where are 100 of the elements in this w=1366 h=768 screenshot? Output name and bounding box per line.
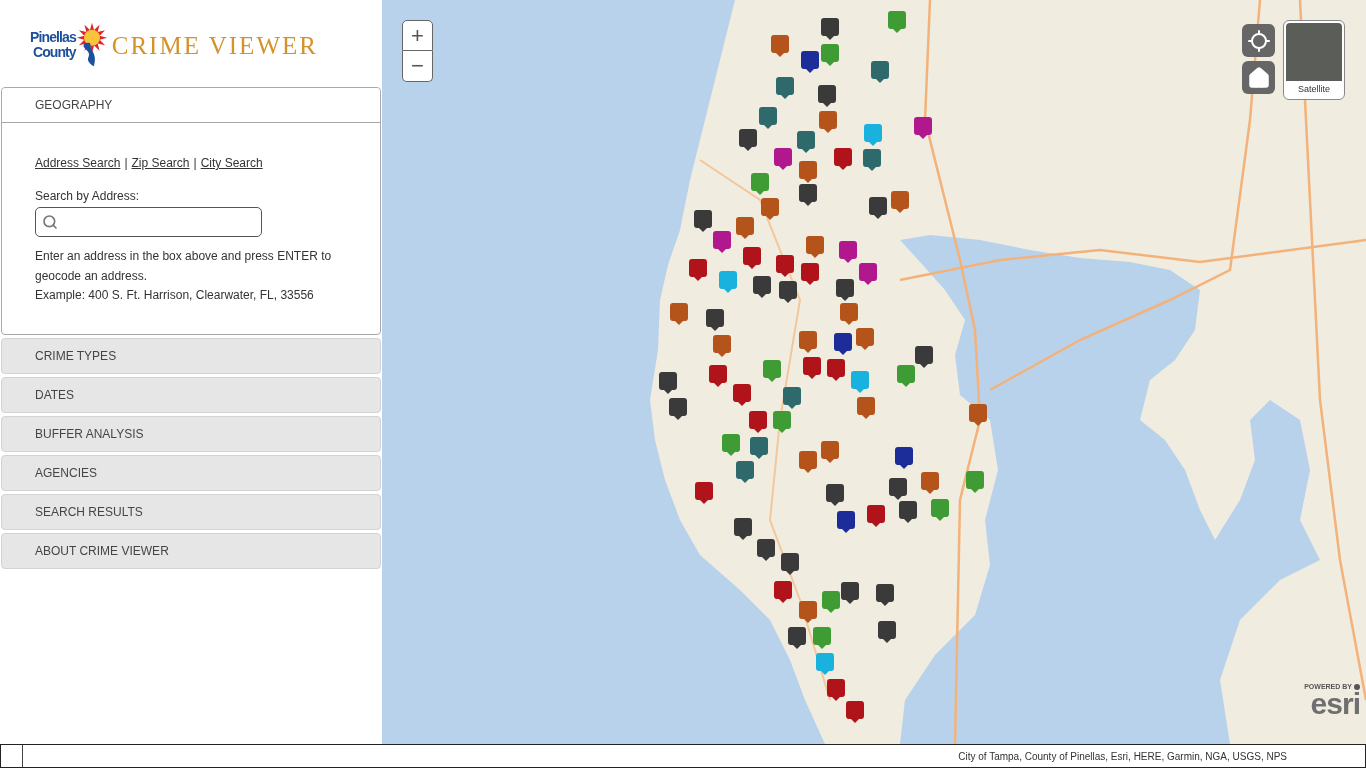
basemap-toggle[interactable]: Satellite xyxy=(1283,20,1345,100)
county-logo-text: County xyxy=(32,44,76,60)
map-pin-icon[interactable] xyxy=(774,148,792,170)
map-pin-icon[interactable] xyxy=(818,85,836,107)
search-icon xyxy=(42,214,58,230)
esri-logo-text: esri xyxy=(1310,691,1360,717)
map-pin-icon[interactable] xyxy=(863,149,881,171)
map-pin-icon[interactable] xyxy=(806,236,824,258)
map-pin-icon[interactable] xyxy=(969,404,987,426)
map-pin-icon[interactable] xyxy=(869,197,887,219)
map-pin-icon[interactable] xyxy=(788,627,806,649)
map-pin-icon[interactable] xyxy=(761,198,779,220)
map-pin-icon[interactable] xyxy=(774,581,792,603)
map-pin-icon[interactable] xyxy=(734,518,752,540)
search-mode-link[interactable]: City Search xyxy=(200,155,263,171)
map-pin-icon[interactable] xyxy=(834,333,852,355)
map-pin-icon[interactable] xyxy=(836,279,854,301)
map-pin-icon[interactable] xyxy=(759,107,777,129)
map-pin-icon[interactable] xyxy=(799,451,817,473)
map-pin-icon[interactable] xyxy=(776,77,794,99)
map-pin-icon[interactable] xyxy=(753,276,771,298)
map-pin-icon[interactable] xyxy=(834,148,852,170)
app-title: CRIME VIEWER xyxy=(111,31,318,60)
map-pin-icon[interactable] xyxy=(871,61,889,83)
map-pin-icon[interactable] xyxy=(781,553,799,575)
map-pin-icon[interactable] xyxy=(739,129,757,151)
accordion-header[interactable]: SEARCH RESULTS xyxy=(1,493,381,530)
map-pin-icon[interactable] xyxy=(876,584,894,606)
map-pin-icon[interactable] xyxy=(837,511,855,533)
map-pin-icon[interactable] xyxy=(889,478,907,500)
map-pin-icon[interactable] xyxy=(867,505,885,527)
map-pin-icon[interactable] xyxy=(659,372,677,394)
county-logo-text: Pinellas xyxy=(30,29,76,45)
zoom-in-button[interactable]: + xyxy=(402,20,433,51)
map-pin-icon[interactable] xyxy=(750,437,768,459)
map-pin-icon[interactable] xyxy=(669,398,687,420)
map-pin-icon[interactable] xyxy=(827,359,845,381)
map-pin-icon[interactable] xyxy=(895,447,913,469)
map-pin-icon[interactable] xyxy=(821,441,839,463)
locate-button[interactable] xyxy=(1242,24,1275,57)
map-pin-icon[interactable] xyxy=(736,461,754,483)
map-pin-icon[interactable] xyxy=(771,35,789,57)
search-mode-link[interactable]: Address Search xyxy=(35,155,121,171)
accordion-header[interactable]: BUFFER ANALYSIS xyxy=(1,415,381,452)
home-button[interactable] xyxy=(1242,61,1275,94)
accordion-header[interactable]: AGENCIES xyxy=(1,454,381,491)
map-pin-icon[interactable] xyxy=(694,210,712,232)
map-pin-icon[interactable] xyxy=(840,303,858,325)
map-pin-icon[interactable] xyxy=(826,484,844,506)
map-pin-icon[interactable] xyxy=(827,679,845,701)
map-pin-icon[interactable] xyxy=(713,231,731,253)
map-pin-icon[interactable] xyxy=(878,621,896,643)
map-pin-icon[interactable] xyxy=(776,255,794,277)
dot-icon xyxy=(1354,684,1360,690)
map-pin-icon[interactable] xyxy=(891,191,909,213)
accordion-header[interactable]: DATES xyxy=(1,376,381,413)
map-pin-icon[interactable] xyxy=(856,328,874,350)
map-pin-icon[interactable] xyxy=(779,281,797,303)
map-pin-icon[interactable] xyxy=(841,582,859,604)
map-pin-icon[interactable] xyxy=(821,18,839,40)
map-pin-icon[interactable] xyxy=(799,601,817,623)
address-search-field[interactable] xyxy=(35,207,262,237)
map-pin-icon[interactable] xyxy=(757,539,775,561)
map-pin-icon[interactable] xyxy=(859,263,877,285)
map-pin-icon[interactable] xyxy=(799,184,817,206)
map-pin-icon[interactable] xyxy=(695,482,713,504)
map-pin-icon[interactable] xyxy=(733,384,751,406)
link-separator: | xyxy=(124,155,128,171)
search-mode-link[interactable]: Zip Search xyxy=(131,155,190,171)
map-pin-icon[interactable] xyxy=(803,357,821,379)
map-pin-icon[interactable] xyxy=(801,51,819,73)
accordion-header[interactable]: ABOUT CRIME VIEWER xyxy=(1,532,381,569)
map-pin-icon[interactable] xyxy=(670,303,688,325)
map-pin-icon[interactable] xyxy=(749,411,767,433)
map-pin-icon[interactable] xyxy=(743,247,761,269)
map-attribution: City of Tampa, County of Pinellas, Esri, HERE, Garmin, NGA, USGS, NPS xyxy=(958,750,1287,762)
map-pin-icon[interactable] xyxy=(797,131,815,153)
map-pin-icon[interactable] xyxy=(706,309,724,331)
map-pin-icon[interactable] xyxy=(846,701,864,723)
accordion-header[interactable]: CRIME TYPES xyxy=(1,337,381,374)
help-text: Example: 400 S. Ft. Harrison, Clearwater, FL, 33556 xyxy=(35,287,315,304)
map-pin-icon[interactable] xyxy=(799,161,817,183)
help-text: Enter an address in the box above and press ENTER to geocode an address. xyxy=(35,248,333,285)
map-pin-icon[interactable] xyxy=(801,263,819,285)
home-icon xyxy=(1246,65,1271,90)
map-pin-icon[interactable] xyxy=(709,365,727,387)
zoom-out-button[interactable]: − xyxy=(402,51,433,82)
map-pin-icon[interactable] xyxy=(799,331,817,353)
map-pin-icon[interactable] xyxy=(914,117,932,139)
map-pin-icon[interactable] xyxy=(899,501,917,523)
accordion-header[interactable]: GEOGRAPHY xyxy=(2,88,380,123)
map-pin-icon[interactable] xyxy=(736,217,754,239)
map-pin-icon[interactable] xyxy=(783,387,801,409)
map-pin-icon[interactable] xyxy=(857,397,875,419)
map-pin-icon[interactable] xyxy=(819,111,837,133)
map-pin-icon[interactable] xyxy=(921,472,939,494)
map-pin-icon[interactable] xyxy=(839,241,857,263)
map-pin-icon[interactable] xyxy=(915,346,933,368)
map-pin-icon[interactable] xyxy=(689,259,707,281)
map-pin-icon[interactable] xyxy=(713,335,731,357)
